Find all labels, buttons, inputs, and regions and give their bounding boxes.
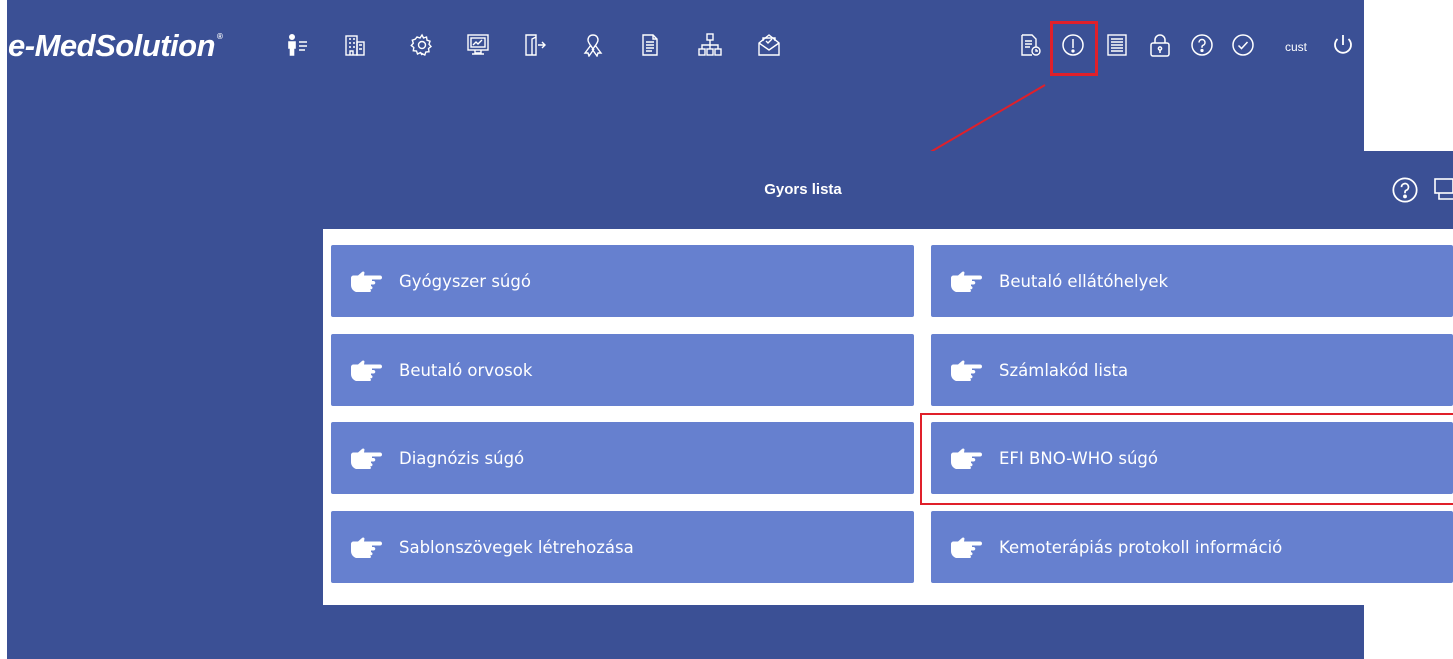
quick-button-label: Diagnózis súgó [399, 448, 525, 468]
pointing-hand-icon [351, 537, 382, 558]
power-icon[interactable] [1329, 30, 1357, 60]
pointing-hand-icon [951, 537, 982, 558]
quick-button[interactable]: Gyógyszer súgó [331, 245, 914, 317]
panel-title: Gyors lista [764, 181, 842, 198]
pointing-hand-icon [351, 271, 382, 292]
logo-text: e-MedSolution [8, 28, 216, 63]
panel-help-icon[interactable] [1391, 176, 1419, 204]
document-icon[interactable] [636, 30, 664, 60]
quick-button[interactable]: Kemoterápiás protokoll információ [931, 511, 1453, 583]
app-logo: e-MedSolution ® [8, 28, 223, 64]
pointing-hand-icon [351, 360, 382, 381]
pointing-hand-icon [951, 271, 982, 292]
settings-icon[interactable] [408, 30, 436, 60]
quick-button-label: Kemoterápiás protokoll információ [999, 537, 1283, 557]
info-icon-highlight [1050, 21, 1098, 76]
quick-button[interactable]: Számlakód lista [931, 334, 1453, 406]
quick-button[interactable]: Sablonszövegek létrehozása [331, 511, 914, 583]
monitor-icon[interactable] [464, 30, 492, 60]
quick-button-label: Beutaló ellátóhelyek [999, 271, 1169, 291]
quick-button-label: Beutaló orvosok [399, 360, 533, 380]
panel-window-icon[interactable] [1434, 175, 1453, 205]
pointing-hand-icon [351, 448, 382, 469]
quick-button-label: Gyógyszer súgó [399, 271, 531, 291]
quick-button-label: Sablonszövegek létrehozása [399, 537, 634, 557]
quick-button-label: Számlakód lista [999, 360, 1129, 380]
org-chart-icon[interactable] [696, 30, 724, 60]
exit-door-icon[interactable] [521, 30, 549, 60]
efi-button-highlight [920, 413, 1453, 505]
check-icon[interactable] [1229, 30, 1257, 60]
help-icon[interactable] [1188, 30, 1216, 60]
list-icon[interactable] [1103, 30, 1131, 60]
person-list-icon[interactable] [283, 30, 311, 60]
quick-button[interactable]: Beutaló orvosok [331, 334, 914, 406]
quick-button[interactable]: Beutaló ellátóhelyek [931, 245, 1453, 317]
user-label[interactable]: cust [1285, 40, 1307, 54]
ribbon-icon[interactable] [579, 30, 607, 60]
lock-icon[interactable] [1146, 30, 1174, 60]
building-icon[interactable] [341, 30, 369, 60]
report-clock-icon[interactable] [1016, 30, 1044, 60]
quick-button[interactable]: Diagnózis súgó [331, 422, 914, 494]
envelope-icon[interactable] [755, 30, 783, 60]
pointing-hand-icon [951, 360, 982, 381]
logo-registered-mark: ® [217, 32, 223, 41]
